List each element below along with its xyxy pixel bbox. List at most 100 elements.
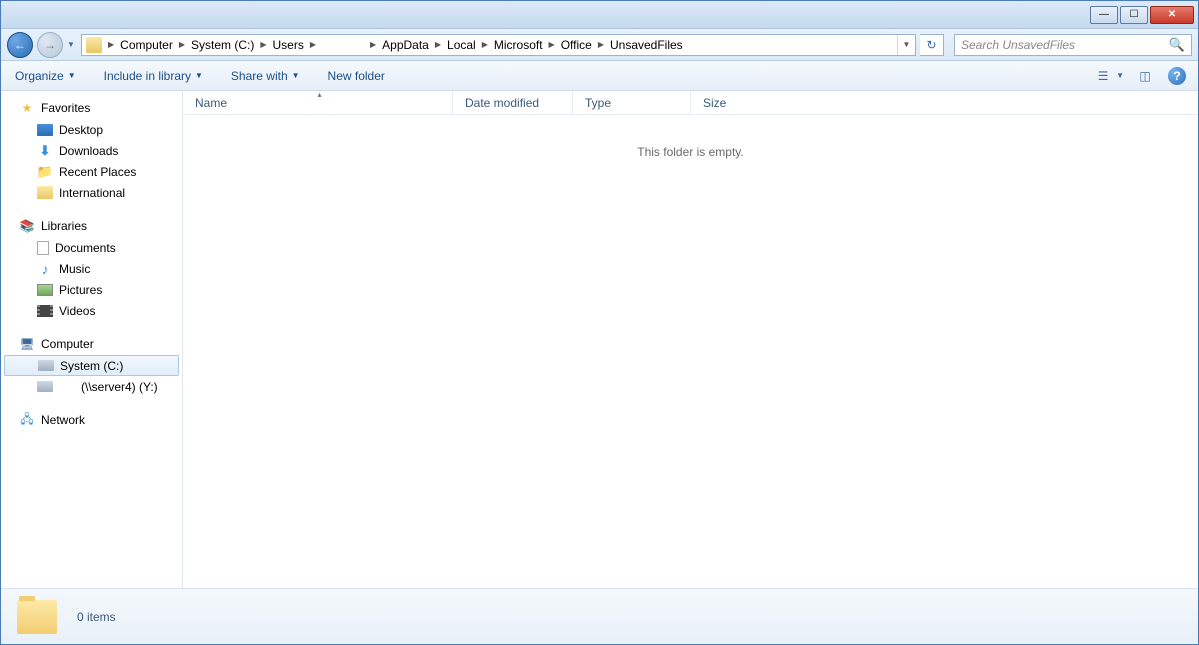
breadcrumb-sep[interactable]: ▶ (433, 40, 443, 49)
star-icon: ★ (19, 100, 35, 116)
change-view-button[interactable]: ☰ (1092, 65, 1114, 87)
empty-folder-message: This folder is empty. (183, 115, 1198, 159)
folder-icon (37, 186, 53, 199)
include-in-library-button[interactable]: Include in library ▼ (100, 66, 207, 86)
window-titlebar: — ☐ ✕ (1, 1, 1198, 29)
breadcrumb-microsoft[interactable]: Microsoft (490, 35, 547, 55)
computer-header[interactable]: 🖥 Computer (1, 333, 182, 355)
breadcrumb-sep[interactable]: ▶ (106, 40, 116, 49)
newfolder-label: New folder (328, 69, 385, 83)
nav-item-label: Downloads (59, 144, 118, 158)
breadcrumb-system-c[interactable]: System (C:) (187, 35, 258, 55)
column-headers: Name Date modified Type Size (183, 91, 1198, 115)
organize-button[interactable]: Organize ▼ (11, 66, 80, 86)
column-header-name[interactable]: Name (183, 91, 453, 114)
chevron-down-icon: ▼ (292, 71, 300, 80)
column-header-size[interactable]: Size (691, 91, 771, 114)
navigation-pane: ★ Favorites Desktop ⬇ Downloads 📁 Recent… (1, 91, 183, 588)
breadcrumb-unsavedfiles[interactable]: UnsavedFiles (606, 35, 687, 55)
nav-item-recent-places[interactable]: 📁 Recent Places (1, 161, 182, 182)
folder-large-icon (17, 600, 57, 634)
refresh-button[interactable]: ↻ (920, 34, 944, 56)
breadcrumb-users[interactable]: Users (269, 35, 308, 55)
music-icon: ♪ (37, 261, 53, 277)
nav-item-label: Recent Places (59, 165, 136, 179)
network-header[interactable]: 🖧 Network (1, 409, 182, 431)
column-label: Date modified (465, 96, 539, 110)
preview-pane-icon: ◫ (1139, 69, 1150, 83)
breadcrumb-sep[interactable]: ▶ (480, 40, 490, 49)
computer-icon: 🖥 (19, 336, 35, 352)
nav-item-music[interactable]: ♪ Music (1, 258, 182, 279)
share-with-button[interactable]: Share with ▼ (227, 66, 304, 86)
nav-item-system-c[interactable]: System (C:) (4, 355, 179, 376)
history-dropdown[interactable]: ▼ (67, 40, 77, 49)
breadcrumb-sep[interactable]: ▶ (547, 40, 557, 49)
nav-item-network-drive-y[interactable]: (\\server4) (Y:) (1, 376, 182, 397)
breadcrumb-office[interactable]: Office (557, 35, 596, 55)
preview-pane-button[interactable]: ◫ (1134, 65, 1156, 87)
minimize-button[interactable]: — (1090, 6, 1118, 24)
computer-label: Computer (41, 337, 94, 351)
command-toolbar: Organize ▼ Include in library ▼ Share wi… (1, 61, 1198, 91)
change-view-dropdown[interactable]: ▼ (1116, 71, 1124, 80)
maximize-button[interactable]: ☐ (1120, 6, 1148, 24)
file-list-area: Name Date modified Type Size This folder… (183, 91, 1198, 588)
toolbar-right: ☰ ▼ ◫ ? (1092, 65, 1188, 87)
favorites-header[interactable]: ★ Favorites (1, 97, 182, 119)
address-bar[interactable]: ▶ Computer ▶ System (C:) ▶ Users ▶ ▶ App… (81, 34, 916, 56)
details-pane: 0 items (1, 588, 1198, 644)
breadcrumb-appdata[interactable]: AppData (378, 35, 433, 55)
folder-icon (86, 37, 102, 53)
help-button[interactable]: ? (1166, 65, 1188, 87)
pictures-icon (37, 284, 53, 296)
chevron-down-icon: ▼ (68, 71, 76, 80)
search-input[interactable]: Search UnsavedFiles 🔍 (954, 34, 1192, 56)
new-folder-button[interactable]: New folder (324, 66, 389, 86)
arrow-left-icon: ← (14, 38, 26, 52)
videos-icon (37, 305, 53, 317)
breadcrumb-sep[interactable]: ▶ (368, 40, 378, 49)
search-placeholder: Search UnsavedFiles (961, 38, 1075, 52)
nav-item-documents[interactable]: Documents (1, 237, 182, 258)
libraries-icon: 📚 (19, 218, 35, 234)
breadcrumb-sep[interactable]: ▶ (596, 40, 606, 49)
nav-item-label: Documents (55, 241, 116, 255)
breadcrumb-sep[interactable]: ▶ (177, 40, 187, 49)
close-button[interactable]: ✕ (1150, 6, 1194, 24)
favorites-label: Favorites (41, 101, 90, 115)
nav-item-label: Pictures (59, 283, 102, 297)
back-button[interactable]: ← (7, 32, 33, 58)
column-header-type[interactable]: Type (573, 91, 691, 114)
drive-icon (38, 360, 54, 371)
column-header-date[interactable]: Date modified (453, 91, 573, 114)
nav-item-downloads[interactable]: ⬇ Downloads (1, 140, 182, 161)
help-icon: ? (1168, 67, 1186, 85)
breadcrumb-sep[interactable]: ▶ (308, 40, 318, 49)
column-label: Name (195, 96, 227, 110)
breadcrumb-sep[interactable]: ▶ (258, 40, 268, 49)
nav-item-international[interactable]: International (1, 182, 182, 203)
nav-item-label: (\\server4) (Y:) (81, 380, 158, 394)
address-dropdown[interactable]: ▼ (897, 35, 915, 55)
nav-item-label: Desktop (59, 123, 103, 137)
share-label: Share with (231, 69, 288, 83)
libraries-label: Libraries (41, 219, 87, 233)
libraries-header[interactable]: 📚 Libraries (1, 215, 182, 237)
nav-item-label: International (59, 186, 125, 200)
breadcrumb-user[interactable] (318, 35, 368, 55)
nav-item-pictures[interactable]: Pictures (1, 279, 182, 300)
breadcrumb-local[interactable]: Local (443, 35, 480, 55)
organize-label: Organize (15, 69, 64, 83)
maximize-icon: ☐ (1130, 9, 1139, 20)
item-count-text: 0 items (77, 610, 116, 624)
refresh-icon: ↻ (926, 38, 936, 52)
forward-button[interactable]: → (37, 32, 63, 58)
nav-item-videos[interactable]: Videos (1, 300, 182, 321)
main-area: ★ Favorites Desktop ⬇ Downloads 📁 Recent… (1, 91, 1198, 588)
network-label: Network (41, 413, 85, 427)
nav-item-desktop[interactable]: Desktop (1, 119, 182, 140)
breadcrumb-computer[interactable]: Computer (116, 35, 177, 55)
network-icon: 🖧 (19, 412, 35, 428)
network-drive-icon (37, 381, 53, 392)
